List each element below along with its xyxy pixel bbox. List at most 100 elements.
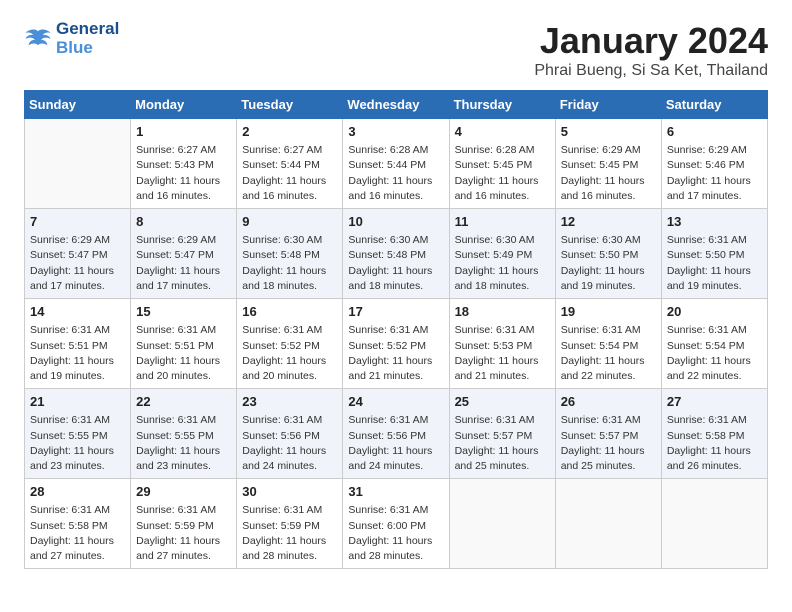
- calendar-day-cell: 5 Sunrise: 6:29 AMSunset: 5:45 PMDaylight…: [555, 119, 661, 209]
- day-detail: Sunrise: 6:31 AMSunset: 5:51 PMDaylight:…: [30, 323, 125, 384]
- calendar-day-cell: 14 Sunrise: 6:31 AMSunset: 5:51 PMDayligh…: [25, 299, 131, 389]
- day-detail: Sunrise: 6:27 AMSunset: 5:44 PMDaylight:…: [242, 143, 337, 204]
- calendar-day-cell: 2 Sunrise: 6:27 AMSunset: 5:44 PMDaylight…: [237, 119, 343, 209]
- calendar-title: January 2024: [534, 20, 768, 62]
- day-number: 15: [136, 303, 231, 321]
- day-detail: Sunrise: 6:30 AMSunset: 5:49 PMDaylight:…: [455, 233, 550, 294]
- calendar-day-cell: 1 Sunrise: 6:27 AMSunset: 5:43 PMDaylight…: [131, 119, 237, 209]
- calendar-day-cell: [555, 479, 661, 569]
- calendar-day-cell: [661, 479, 767, 569]
- day-number: 24: [348, 393, 443, 411]
- day-number: 30: [242, 483, 337, 501]
- calendar-day-cell: 15 Sunrise: 6:31 AMSunset: 5:51 PMDayligh…: [131, 299, 237, 389]
- calendar-day-cell: 25 Sunrise: 6:31 AMSunset: 5:57 PMDayligh…: [449, 389, 555, 479]
- page-header: General Blue January 2024 Phrai Bueng, S…: [24, 20, 768, 80]
- weekday-header: Saturday: [661, 91, 767, 119]
- day-detail: Sunrise: 6:31 AMSunset: 5:50 PMDaylight:…: [667, 233, 762, 294]
- day-detail: Sunrise: 6:30 AMSunset: 5:48 PMDaylight:…: [242, 233, 337, 294]
- day-number: 14: [30, 303, 125, 321]
- day-detail: Sunrise: 6:27 AMSunset: 5:43 PMDaylight:…: [136, 143, 231, 204]
- day-detail: Sunrise: 6:31 AMSunset: 5:55 PMDaylight:…: [30, 413, 125, 474]
- day-detail: Sunrise: 6:31 AMSunset: 5:59 PMDaylight:…: [136, 503, 231, 564]
- day-detail: Sunrise: 6:31 AMSunset: 5:57 PMDaylight:…: [455, 413, 550, 474]
- calendar-day-cell: [25, 119, 131, 209]
- calendar-day-cell: 18 Sunrise: 6:31 AMSunset: 5:53 PMDayligh…: [449, 299, 555, 389]
- day-number: 19: [561, 303, 656, 321]
- calendar-day-cell: 27Sunrise: 6:31 AMSunset: 5:58 PMDayligh…: [661, 389, 767, 479]
- day-detail: Sunrise: 6:31 AMSunset: 5:57 PMDaylight:…: [561, 413, 656, 474]
- day-detail: Sunrise: 6:31 AMSunset: 5:54 PMDaylight:…: [561, 323, 656, 384]
- day-detail: Sunrise: 6:31 AMSunset: 5:52 PMDaylight:…: [242, 323, 337, 384]
- title-block: January 2024 Phrai Bueng, Si Sa Ket, Tha…: [534, 20, 768, 80]
- calendar-day-cell: 28Sunrise: 6:31 AMSunset: 5:58 PMDayligh…: [25, 479, 131, 569]
- day-detail: Sunrise: 6:31 AMSunset: 5:53 PMDaylight:…: [455, 323, 550, 384]
- logo-text-line2: Blue: [56, 39, 119, 58]
- weekday-header: Thursday: [449, 91, 555, 119]
- day-number: 7: [30, 213, 125, 231]
- calendar-week-row: 21Sunrise: 6:31 AMSunset: 5:55 PMDayligh…: [25, 389, 768, 479]
- calendar-day-cell: 17 Sunrise: 6:31 AMSunset: 5:52 PMDayligh…: [343, 299, 449, 389]
- calendar-day-cell: 21Sunrise: 6:31 AMSunset: 5:55 PMDayligh…: [25, 389, 131, 479]
- calendar-header-row: SundayMondayTuesdayWednesdayThursdayFrid…: [25, 91, 768, 119]
- calendar-day-cell: 10 Sunrise: 6:30 AMSunset: 5:48 PMDayligh…: [343, 209, 449, 299]
- calendar-day-cell: 4Sunrise: 6:28 AMSunset: 5:45 PMDaylight…: [449, 119, 555, 209]
- day-number: 26: [561, 393, 656, 411]
- day-detail: Sunrise: 6:28 AMSunset: 5:44 PMDaylight:…: [348, 143, 443, 204]
- day-detail: Sunrise: 6:30 AMSunset: 5:48 PMDaylight:…: [348, 233, 443, 294]
- day-number: 22: [136, 393, 231, 411]
- day-detail: Sunrise: 6:31 AMSunset: 5:56 PMDaylight:…: [348, 413, 443, 474]
- day-detail: Sunrise: 6:29 AMSunset: 5:45 PMDaylight:…: [561, 143, 656, 204]
- day-detail: Sunrise: 6:29 AMSunset: 5:47 PMDaylight:…: [30, 233, 125, 294]
- calendar-week-row: 7 Sunrise: 6:29 AMSunset: 5:47 PMDaylight…: [25, 209, 768, 299]
- calendar-day-cell: 30 Sunrise: 6:31 AMSunset: 5:59 PMDayligh…: [237, 479, 343, 569]
- weekday-header: Wednesday: [343, 91, 449, 119]
- day-number: 17: [348, 303, 443, 321]
- calendar-day-cell: 8 Sunrise: 6:29 AMSunset: 5:47 PMDaylight…: [131, 209, 237, 299]
- calendar-week-row: 1 Sunrise: 6:27 AMSunset: 5:43 PMDaylight…: [25, 119, 768, 209]
- calendar-day-cell: 20 Sunrise: 6:31 AMSunset: 5:54 PMDayligh…: [661, 299, 767, 389]
- day-number: 16: [242, 303, 337, 321]
- calendar-week-row: 28Sunrise: 6:31 AMSunset: 5:58 PMDayligh…: [25, 479, 768, 569]
- calendar-day-cell: 31Sunrise: 6:31 AMSunset: 6:00 PMDayligh…: [343, 479, 449, 569]
- day-number: 23: [242, 393, 337, 411]
- weekday-header: Sunday: [25, 91, 131, 119]
- day-number: 18: [455, 303, 550, 321]
- day-detail: Sunrise: 6:31 AMSunset: 5:58 PMDaylight:…: [30, 503, 125, 564]
- calendar-day-cell: 23 Sunrise: 6:31 AMSunset: 5:56 PMDayligh…: [237, 389, 343, 479]
- day-detail: Sunrise: 6:31 AMSunset: 5:55 PMDaylight:…: [136, 413, 231, 474]
- day-number: 1: [136, 123, 231, 141]
- day-detail: Sunrise: 6:31 AMSunset: 6:00 PMDaylight:…: [348, 503, 443, 564]
- calendar-week-row: 14 Sunrise: 6:31 AMSunset: 5:51 PMDayligh…: [25, 299, 768, 389]
- day-number: 8: [136, 213, 231, 231]
- calendar-day-cell: 11Sunrise: 6:30 AMSunset: 5:49 PMDayligh…: [449, 209, 555, 299]
- day-number: 9: [242, 213, 337, 231]
- day-number: 10: [348, 213, 443, 231]
- day-detail: Sunrise: 6:31 AMSunset: 5:51 PMDaylight:…: [136, 323, 231, 384]
- logo-icon: [24, 28, 52, 50]
- calendar-table: SundayMondayTuesdayWednesdayThursdayFrid…: [24, 90, 768, 569]
- day-number: 13: [667, 213, 762, 231]
- day-detail: Sunrise: 6:28 AMSunset: 5:45 PMDaylight:…: [455, 143, 550, 204]
- day-detail: Sunrise: 6:31 AMSunset: 5:59 PMDaylight:…: [242, 503, 337, 564]
- day-detail: Sunrise: 6:29 AMSunset: 5:47 PMDaylight:…: [136, 233, 231, 294]
- calendar-day-cell: 26 Sunrise: 6:31 AMSunset: 5:57 PMDayligh…: [555, 389, 661, 479]
- calendar-day-cell: 3 Sunrise: 6:28 AMSunset: 5:44 PMDaylight…: [343, 119, 449, 209]
- logo-text-line1: General: [56, 20, 119, 39]
- day-number: 5: [561, 123, 656, 141]
- day-number: 3: [348, 123, 443, 141]
- calendar-day-cell: [449, 479, 555, 569]
- day-number: 2: [242, 123, 337, 141]
- calendar-day-cell: 7 Sunrise: 6:29 AMSunset: 5:47 PMDaylight…: [25, 209, 131, 299]
- day-number: 29: [136, 483, 231, 501]
- day-detail: Sunrise: 6:31 AMSunset: 5:56 PMDaylight:…: [242, 413, 337, 474]
- day-number: 12: [561, 213, 656, 231]
- calendar-day-cell: 29 Sunrise: 6:31 AMSunset: 5:59 PMDayligh…: [131, 479, 237, 569]
- day-number: 25: [455, 393, 550, 411]
- calendar-day-cell: 22 Sunrise: 6:31 AMSunset: 5:55 PMDayligh…: [131, 389, 237, 479]
- day-detail: Sunrise: 6:29 AMSunset: 5:46 PMDaylight:…: [667, 143, 762, 204]
- day-detail: Sunrise: 6:30 AMSunset: 5:50 PMDaylight:…: [561, 233, 656, 294]
- logo: General Blue: [24, 20, 119, 57]
- day-number: 20: [667, 303, 762, 321]
- day-detail: Sunrise: 6:31 AMSunset: 5:54 PMDaylight:…: [667, 323, 762, 384]
- day-detail: Sunrise: 6:31 AMSunset: 5:52 PMDaylight:…: [348, 323, 443, 384]
